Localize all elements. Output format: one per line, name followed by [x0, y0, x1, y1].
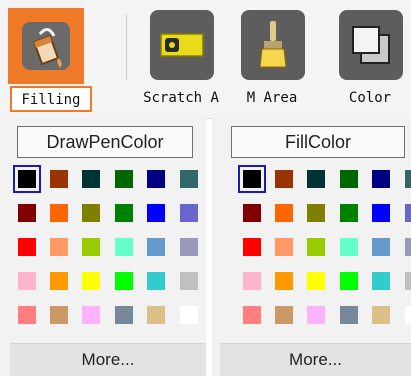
- more-colors-button[interactable]: More...: [10, 343, 206, 376]
- color-swatch[interactable]: [82, 170, 100, 188]
- color-swatch[interactable]: [340, 204, 358, 222]
- fill-color-button[interactable]: FillColor: [231, 126, 405, 158]
- color-swatch[interactable]: [372, 272, 390, 290]
- color-swatch[interactable]: [115, 272, 133, 290]
- color-swatch[interactable]: [340, 238, 358, 256]
- color-swatch[interactable]: [180, 238, 198, 256]
- tool-scratch-a[interactable]: Scratch A: [136, 10, 226, 114]
- color-swatch[interactable]: [405, 238, 411, 256]
- color-swatch[interactable]: [405, 306, 411, 324]
- fill-color-panel: FillColor More...: [212, 118, 411, 376]
- color-swatch[interactable]: [147, 170, 165, 188]
- color-swatch[interactable]: [50, 204, 68, 222]
- color-swatch[interactable]: [180, 170, 198, 188]
- tool-color[interactable]: Color: [325, 10, 411, 114]
- brush-icon: [241, 10, 305, 80]
- color-swatch[interactable]: [115, 306, 133, 324]
- toolbar-divider: [126, 14, 127, 80]
- color-swatch[interactable]: [50, 238, 68, 256]
- color-swatch[interactable]: [82, 238, 100, 256]
- color-swatch[interactable]: [243, 306, 261, 324]
- color-swatch[interactable]: [18, 238, 36, 256]
- color-swatch[interactable]: [50, 306, 68, 324]
- color-swatch[interactable]: [13, 165, 41, 193]
- color-swatch[interactable]: [243, 204, 261, 222]
- color-swatch[interactable]: [307, 238, 325, 256]
- eraser-icon: [150, 10, 214, 80]
- tool-label: Scratch A: [143, 90, 219, 106]
- color-swatch[interactable]: [147, 272, 165, 290]
- color-swatch[interactable]: [307, 272, 325, 290]
- tool-label: Color: [348, 90, 392, 106]
- color-swatch[interactable]: [82, 204, 100, 222]
- color-swatch[interactable]: [372, 170, 390, 188]
- color-swatch[interactable]: [180, 272, 198, 290]
- color-swatch[interactable]: [180, 306, 198, 324]
- tool-m-area[interactable]: M Area: [227, 10, 317, 114]
- color-swatch[interactable]: [372, 306, 390, 324]
- more-colors-button[interactable]: More...: [220, 343, 411, 376]
- color-swatch[interactable]: [180, 204, 198, 222]
- color-icon: [339, 10, 403, 80]
- color-swatch[interactable]: [405, 204, 411, 222]
- color-swatch[interactable]: [275, 272, 293, 290]
- color-swatch[interactable]: [243, 238, 261, 256]
- color-swatch[interactable]: [50, 170, 68, 188]
- color-swatch[interactable]: [243, 272, 261, 290]
- color-swatch[interactable]: [405, 170, 411, 188]
- color-swatch[interactable]: [238, 165, 266, 193]
- color-swatch[interactable]: [340, 272, 358, 290]
- color-swatch[interactable]: [50, 272, 68, 290]
- color-swatch[interactable]: [147, 204, 165, 222]
- color-swatch[interactable]: [18, 204, 36, 222]
- color-swatch[interactable]: [18, 272, 36, 290]
- tool-label: M Area: [246, 90, 298, 106]
- color-swatch[interactable]: [307, 204, 325, 222]
- tool-label: Filling: [10, 86, 92, 112]
- toolbar: Filling Scratch A M Area Color: [0, 0, 411, 119]
- color-swatch[interactable]: [307, 170, 325, 188]
- color-swatch[interactable]: [18, 306, 36, 324]
- color-swatch[interactable]: [372, 204, 390, 222]
- color-swatch[interactable]: [115, 170, 133, 188]
- color-swatch[interactable]: [275, 238, 293, 256]
- tool-filling[interactable]: Filling: [0, 8, 92, 114]
- draw-pen-color-button[interactable]: DrawPenColor: [17, 126, 193, 158]
- draw-pen-color-panel: DrawPenColor More...: [0, 118, 206, 376]
- color-swatch[interactable]: [275, 170, 293, 188]
- color-swatch[interactable]: [115, 238, 133, 256]
- color-swatch[interactable]: [82, 272, 100, 290]
- color-swatch[interactable]: [275, 204, 293, 222]
- color-swatch[interactable]: [82, 306, 100, 324]
- color-swatch[interactable]: [275, 306, 293, 324]
- color-swatch[interactable]: [340, 170, 358, 188]
- color-swatch[interactable]: [372, 238, 390, 256]
- color-swatch[interactable]: [147, 238, 165, 256]
- color-swatch[interactable]: [307, 306, 325, 324]
- color-swatch[interactable]: [115, 204, 133, 222]
- color-swatch[interactable]: [405, 272, 411, 290]
- color-swatch[interactable]: [340, 306, 358, 324]
- paint-bucket-icon: [8, 8, 84, 84]
- color-swatch[interactable]: [147, 306, 165, 324]
